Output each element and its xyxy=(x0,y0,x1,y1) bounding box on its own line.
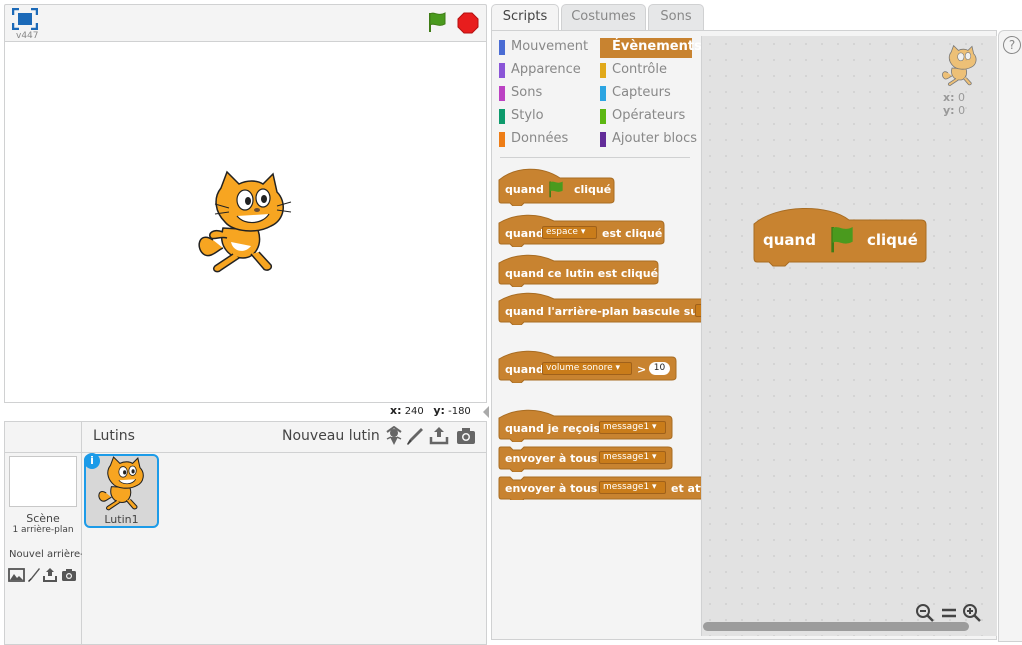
collapse-stage-icon[interactable] xyxy=(482,405,490,419)
category-color-swatch xyxy=(499,40,505,55)
block-label: quand xyxy=(763,231,816,249)
tab-sounds[interactable]: Sons xyxy=(648,4,704,31)
message-dropdown[interactable]: message1 ▾ xyxy=(599,451,666,464)
divider xyxy=(82,452,487,453)
message-dropdown[interactable]: message1 ▾ xyxy=(599,481,666,494)
block-label: cliqué xyxy=(574,183,612,196)
category-color-swatch xyxy=(499,63,505,78)
sensor-value-input[interactable]: 10 xyxy=(649,362,670,375)
sprite-info-icon[interactable]: i xyxy=(84,453,100,469)
palette-blocks: quand cliqué quand espace ▾ est cliqué q… xyxy=(492,160,701,500)
horizontal-scrollbar[interactable] xyxy=(703,622,969,631)
scene-label: Scène xyxy=(26,512,60,525)
sprite-library-icon[interactable] xyxy=(384,426,404,446)
category-events[interactable]: Évènements xyxy=(600,38,702,58)
block-label: quand xyxy=(505,183,544,196)
paint-backdrop-icon[interactable] xyxy=(27,567,41,583)
category-color-swatch xyxy=(499,132,505,147)
key-dropdown[interactable]: espace ▾ xyxy=(542,226,597,239)
stage-coordinates: x: 240 y: -180 xyxy=(390,404,471,417)
help-icon[interactable]: ? xyxy=(1003,36,1021,54)
block-label: > xyxy=(637,363,647,376)
tab-scripts[interactable]: Scripts xyxy=(491,4,559,32)
category-color-swatch xyxy=(600,63,606,78)
green-flag-icon xyxy=(831,227,853,253)
block-label: envoyer à tous xyxy=(505,482,598,495)
new-sprite-label: Nouveau lutin xyxy=(282,428,380,444)
fullscreen-icon[interactable] xyxy=(12,8,38,30)
zoom-out-icon[interactable] xyxy=(915,603,935,623)
block-label: quand xyxy=(505,363,544,376)
block-label: envoyer à tous xyxy=(505,452,598,465)
category-more-blocks[interactable]: Ajouter blocs xyxy=(600,130,697,150)
tab-costumes[interactable]: Costumes xyxy=(561,4,646,31)
green-flag-icon[interactable] xyxy=(425,10,449,34)
help-pane xyxy=(998,30,1022,642)
category-sensing[interactable]: Capteurs xyxy=(600,84,671,104)
category-motion[interactable]: Mouvement xyxy=(499,38,588,58)
camera-icon[interactable] xyxy=(456,426,476,446)
category-sound[interactable]: Sons xyxy=(499,84,542,104)
stop-icon[interactable] xyxy=(457,12,479,34)
upload-icon[interactable] xyxy=(429,426,449,446)
current-sprite-icon xyxy=(942,44,977,86)
category-control[interactable]: Contrôle xyxy=(600,61,667,81)
backdrop-library-icon[interactable] xyxy=(8,567,25,583)
paint-brush-icon[interactable] xyxy=(405,426,425,446)
category-color-swatch xyxy=(600,109,606,124)
category-operators[interactable]: Opérateurs xyxy=(600,107,685,127)
block-label: est cliqué xyxy=(602,227,663,240)
divider xyxy=(500,157,690,158)
category-color-swatch xyxy=(600,132,606,147)
block-label: quand l'arrière-plan bascule sur xyxy=(505,305,701,318)
sensor-dropdown[interactable]: volume sonore ▾ xyxy=(542,362,632,375)
version-label: v447 xyxy=(16,31,39,41)
script-area[interactable] xyxy=(701,36,997,636)
category-color-swatch xyxy=(600,86,606,101)
green-flag-icon xyxy=(549,181,563,198)
cat-sprite[interactable] xyxy=(193,170,293,276)
divider xyxy=(4,452,82,453)
sprite-thumbnail xyxy=(98,456,144,511)
category-pen[interactable]: Stylo xyxy=(499,107,544,127)
backdrop-count: 1 arrière-plan xyxy=(12,525,74,535)
camera-backdrop-icon[interactable] xyxy=(61,568,77,582)
block-label: cliqué xyxy=(867,231,918,249)
zoom-reset-icon[interactable] xyxy=(939,603,959,623)
category-looks[interactable]: Apparence xyxy=(499,61,581,81)
stage-header xyxy=(4,4,487,42)
sprites-title: Lutins xyxy=(93,428,135,444)
category-data[interactable]: Données xyxy=(499,130,568,150)
block-label: quand ce lutin est cliqué xyxy=(505,267,659,280)
category-color-swatch xyxy=(499,86,505,101)
message-dropdown[interactable]: message1 ▾ xyxy=(599,421,666,434)
sprite-position-readout: x: 0 y: 0 xyxy=(943,91,966,117)
block-label: quand xyxy=(505,227,544,240)
category-color-swatch xyxy=(499,109,505,124)
scene-thumbnail[interactable] xyxy=(9,456,77,507)
block-label: et attendre xyxy=(671,482,701,495)
block-label: quand je reçois xyxy=(505,422,601,435)
sprite-name: Lutin1 xyxy=(104,513,139,526)
upload-backdrop-icon[interactable] xyxy=(42,567,58,583)
zoom-in-icon[interactable] xyxy=(962,603,982,623)
new-backdrop-label: Nouvel arrière-plan xyxy=(9,549,82,560)
